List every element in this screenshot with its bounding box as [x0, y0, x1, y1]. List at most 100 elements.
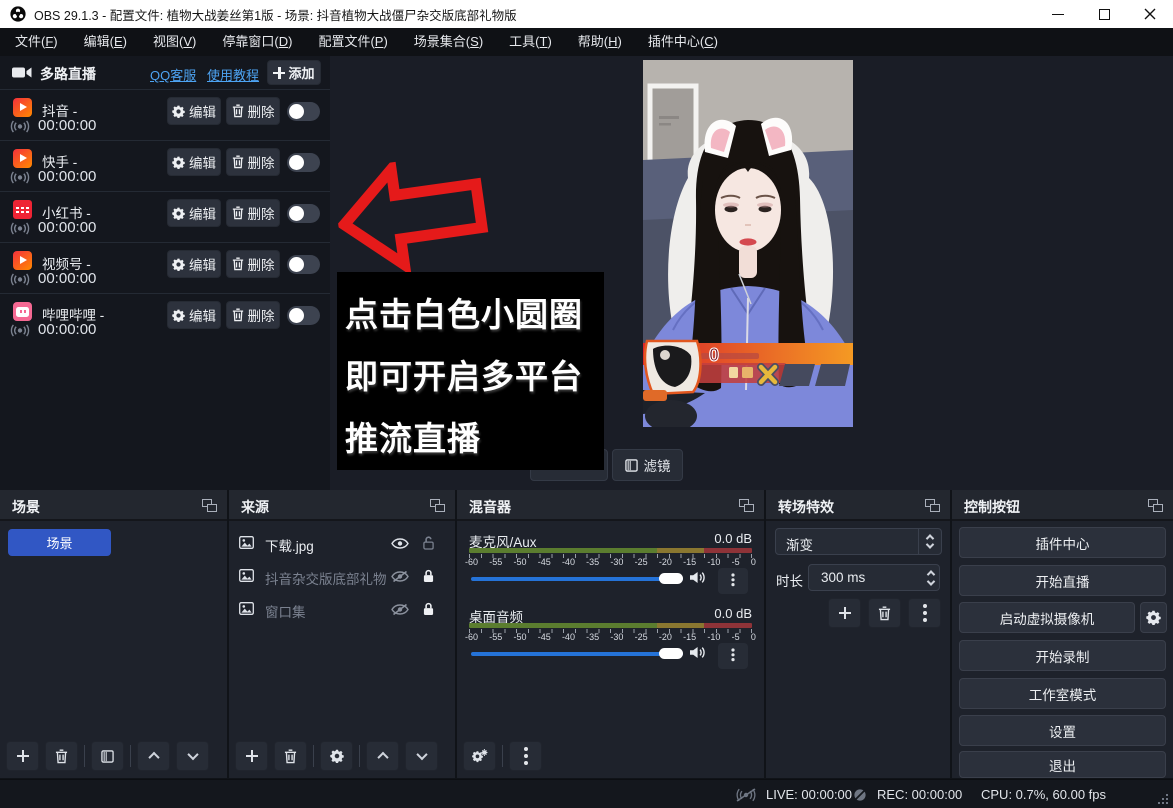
menu-item[interactable]: 视图(V) — [140, 28, 209, 56]
lock-toggle[interactable] — [423, 569, 434, 586]
add-transition-button[interactable] — [828, 598, 861, 628]
stream-enable-toggle[interactable] — [287, 102, 320, 121]
popout-icon[interactable] — [739, 499, 754, 512]
advanced-audio-button[interactable] — [463, 741, 496, 771]
delete-stream-button[interactable]: 删除 — [226, 301, 280, 329]
menu-item[interactable]: 文件(F) — [2, 28, 71, 56]
move-source-up-button[interactable] — [366, 741, 399, 771]
add-scene-button[interactable] — [6, 741, 39, 771]
eye-slash-icon — [391, 604, 409, 615]
add-stream-button[interactable]: 添加 — [267, 60, 321, 85]
remove-transition-button[interactable] — [868, 598, 901, 628]
stream-enable-toggle[interactable] — [287, 255, 320, 274]
studio-mode-button[interactable]: 工作室模式 — [959, 678, 1166, 709]
channel-menu-button[interactable] — [718, 643, 748, 669]
stream-row: 抖音 - 编辑 删除 00:00:00 — [0, 89, 330, 140]
chevron-up-icon — [377, 752, 388, 763]
visibility-toggle[interactable] — [391, 537, 409, 552]
popout-icon[interactable] — [1148, 499, 1163, 512]
lock-toggle[interactable] — [423, 602, 434, 619]
rec-disabled-icon — [853, 788, 867, 802]
source-type-icon — [239, 536, 254, 549]
delete-stream-button[interactable]: 删除 — [226, 250, 280, 278]
add-source-button[interactable] — [235, 741, 268, 771]
resize-grip[interactable] — [1158, 794, 1168, 804]
stream-enable-toggle[interactable] — [287, 204, 320, 223]
menu-item[interactable]: 编辑(E) — [71, 28, 140, 56]
menu-item[interactable]: 停靠窗口(D) — [209, 28, 305, 56]
broadcast-icon — [9, 171, 31, 184]
lock-toggle[interactable] — [423, 536, 434, 553]
filter-icon — [625, 459, 638, 472]
start-virtual-camera-button[interactable]: 启动虚拟摄像机 — [959, 602, 1135, 633]
popout-icon[interactable] — [202, 499, 217, 512]
tutorial-link[interactable]: 使用教程 — [207, 65, 259, 84]
settings-button[interactable]: 设置 — [959, 715, 1166, 746]
stream-row: 哔哩哔哩 - 编辑 删除 00:00:00 — [0, 293, 330, 344]
remove-scene-button[interactable] — [45, 741, 78, 771]
duration-spinbox[interactable]: 300 ms — [808, 564, 940, 591]
mixer-menu-button[interactable] — [509, 741, 542, 771]
slider-handle[interactable] — [659, 573, 683, 584]
edit-stream-button[interactable]: 编辑 — [167, 250, 221, 278]
platform-icon — [13, 98, 32, 117]
move-scene-down-button[interactable] — [176, 741, 209, 771]
qq-support-link[interactable]: QQ客服 — [150, 65, 196, 84]
sources-title: 来源 — [241, 497, 269, 517]
channel-menu-button[interactable] — [718, 568, 748, 594]
plus-icon — [17, 750, 29, 762]
exit-button[interactable]: 退出 — [959, 751, 1166, 778]
stream-timer: 00:00:00 — [38, 219, 96, 236]
plugin-center-button[interactable]: 插件中心 — [959, 527, 1166, 558]
slider-handle[interactable] — [659, 648, 683, 659]
move-scene-up-button[interactable] — [137, 741, 170, 771]
popout-icon[interactable] — [925, 499, 940, 512]
stream-enable-toggle[interactable] — [287, 153, 320, 172]
speaker-icon[interactable] — [689, 570, 706, 585]
menu-item[interactable]: 插件中心(C) — [635, 28, 731, 56]
maximize-button[interactable] — [1081, 0, 1127, 28]
source-name: 窗口集 — [265, 601, 306, 621]
source-row[interactable]: 下载.jpg — [229, 527, 455, 560]
menu-item[interactable]: 场景集合(S) — [401, 28, 496, 56]
trash-icon — [232, 155, 244, 169]
visibility-toggle[interactable] — [391, 570, 409, 585]
popout-icon[interactable] — [430, 499, 445, 512]
remove-source-button[interactable] — [274, 741, 307, 771]
platform-icon — [13, 302, 32, 321]
menu-item[interactable]: 配置文件(P) — [305, 28, 400, 56]
volume-slider[interactable] — [471, 647, 683, 659]
menu-item[interactable]: 帮助(H) — [565, 28, 635, 56]
close-button[interactable] — [1127, 0, 1173, 28]
source-properties-button[interactable] — [320, 741, 353, 771]
select-arrows[interactable] — [918, 529, 941, 554]
preview-video[interactable]: 0 — [643, 60, 853, 427]
edit-stream-button[interactable]: 编辑 — [167, 301, 221, 329]
start-streaming-button[interactable]: 开始直播 — [959, 565, 1166, 596]
minimize-button[interactable] — [1035, 0, 1081, 28]
stream-enable-toggle[interactable] — [287, 306, 320, 325]
edit-stream-button[interactable]: 编辑 — [167, 148, 221, 176]
source-row[interactable]: 窗口集 — [229, 593, 455, 626]
move-source-down-button[interactable] — [405, 741, 438, 771]
speaker-icon[interactable] — [689, 645, 706, 660]
volume-slider[interactable] — [471, 572, 683, 584]
edit-stream-button[interactable]: 编辑 — [167, 199, 221, 227]
visibility-toggle[interactable] — [391, 603, 409, 618]
scene-item[interactable]: 场景 — [8, 529, 111, 556]
filters-button[interactable]: 滤镜 — [612, 449, 683, 481]
transition-select[interactable]: 渐变 — [775, 528, 942, 555]
delete-stream-button[interactable]: 删除 — [226, 97, 280, 125]
menu-item[interactable]: 工具(T) — [496, 28, 565, 56]
filter-icon — [101, 750, 114, 763]
virtual-camera-settings-button[interactable] — [1140, 602, 1167, 633]
scene-filters-button[interactable] — [91, 741, 124, 771]
edit-stream-button[interactable]: 编辑 — [167, 97, 221, 125]
spin-arrows[interactable] — [928, 565, 934, 590]
delete-stream-button[interactable]: 删除 — [226, 199, 280, 227]
source-row[interactable]: 抖音杂交版底部礼物 — [229, 560, 455, 593]
transition-menu-button[interactable] — [908, 598, 941, 628]
start-recording-button[interactable]: 开始录制 — [959, 640, 1166, 671]
delete-stream-button[interactable]: 删除 — [226, 148, 280, 176]
unlock-icon — [423, 536, 434, 550]
